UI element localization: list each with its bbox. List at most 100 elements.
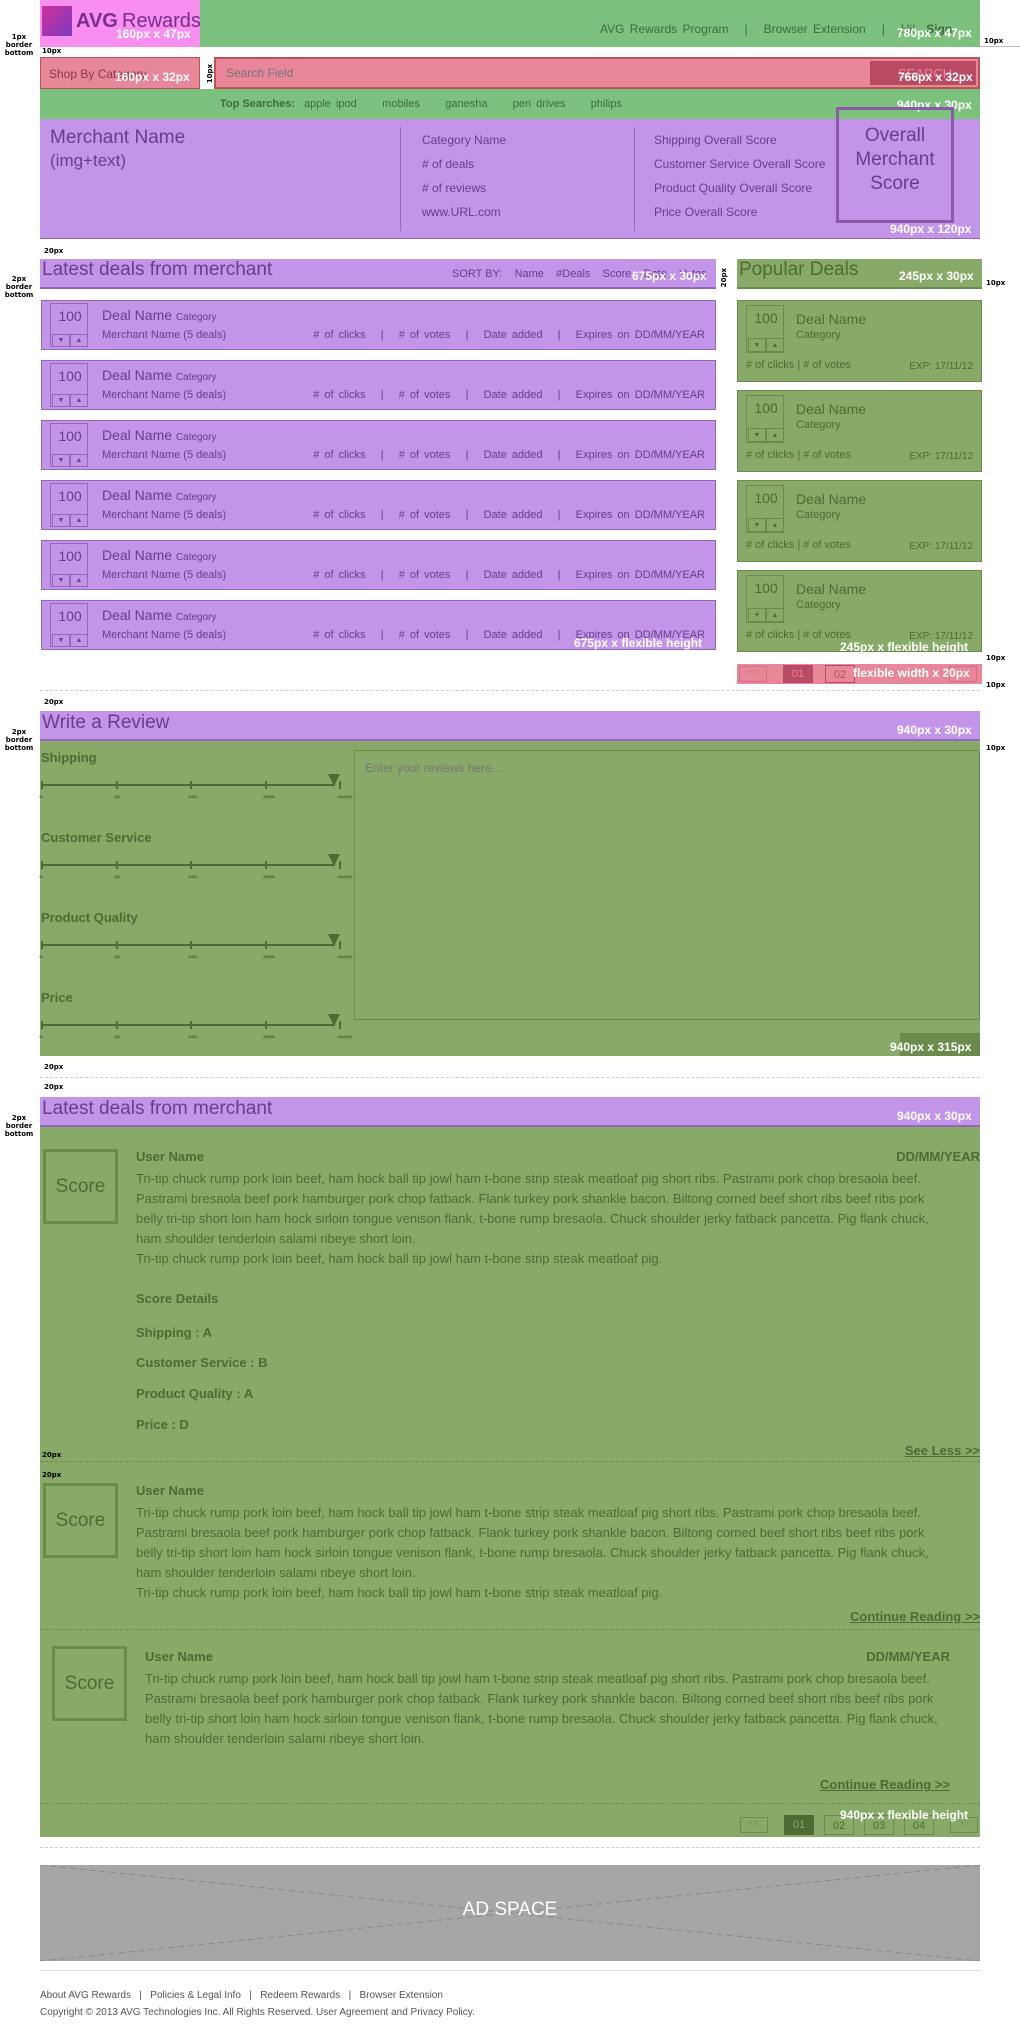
deal-row[interactable]: 100 ▼ ▲ Deal Name Category Merchant Name (5 … xyxy=(41,360,716,410)
star-rating-label: * xyxy=(39,1034,43,1045)
top-search-link[interactable]: pen drives xyxy=(513,98,566,110)
vote-down-icon[interactable]: ▼ xyxy=(52,514,70,527)
deal-score: 100 xyxy=(58,608,82,624)
deal-score-box: 100 ▼ ▲ xyxy=(746,575,784,623)
deal-name[interactable]: Deal Name Category xyxy=(102,547,217,563)
deal-name[interactable]: Deal Name Category xyxy=(102,427,217,443)
annotation-spacing: 10px xyxy=(986,681,1006,689)
deal-merchant[interactable]: Merchant Name (5 deals) xyxy=(102,569,226,581)
popular-deal-card[interactable]: 100 ▼ ▲ Deal Name Category # of clicks | # of… xyxy=(737,390,982,472)
deal-merchant[interactable]: Merchant Name (5 deals) xyxy=(102,329,226,341)
see-less-link[interactable]: See Less >> xyxy=(905,1443,980,1458)
ad-space[interactable]: AD SPACE xyxy=(40,1865,980,1961)
nav-link-browser-extension[interactable]: Browser Extension xyxy=(764,22,866,36)
review-divider xyxy=(40,1629,980,1630)
merchant-url-link[interactable]: www.URL.com xyxy=(422,205,501,219)
deal-row[interactable]: 100 ▼ ▲ Deal Name Category Merchant Name (5 … xyxy=(41,420,716,470)
vote-down-icon[interactable]: ▼ xyxy=(52,454,70,467)
deal-merchant[interactable]: Merchant Name (5 deals) xyxy=(102,629,226,641)
deal-name[interactable]: Deal Name Category xyxy=(102,307,217,323)
rating-slider-track[interactable] xyxy=(41,1024,335,1026)
footer-link-about[interactable]: About AVG Rewards xyxy=(40,1990,131,2001)
top-nav-bar: AVG Rewards Program | Browser Extension … xyxy=(200,0,980,47)
deal-row[interactable]: 100 ▼ ▲ Deal Name Category Merchant Name (5 … xyxy=(41,300,716,350)
vote-up-icon[interactable]: ▲ xyxy=(766,338,784,352)
deal-name[interactable]: Deal Name xyxy=(796,581,866,597)
vote-down-icon[interactable]: ▼ xyxy=(748,338,766,352)
annotation-spacing: 20px xyxy=(44,1063,64,1071)
deal-score-box: 100 ▼ ▲ xyxy=(50,423,88,467)
pager-prev[interactable]: << xyxy=(740,1817,768,1833)
deal-category: Category xyxy=(175,612,217,623)
pager-prev[interactable]: << xyxy=(739,666,767,682)
vote-down-icon[interactable]: ▼ xyxy=(52,334,70,347)
logo-area[interactable]: AVG Rewards 160px x 47px xyxy=(40,0,201,47)
deal-merchant[interactable]: Merchant Name (5 deals) xyxy=(102,509,226,521)
deal-name[interactable]: Deal Name Category xyxy=(102,487,217,503)
vote-up-icon[interactable]: ▲ xyxy=(70,514,88,527)
vote-down-icon[interactable]: ▼ xyxy=(52,574,70,587)
deal-score-box: 100 ▼ ▲ xyxy=(746,485,784,533)
overall-merchant-score-box: Overall Merchant Score xyxy=(836,107,954,223)
vote-up-icon[interactable]: ▲ xyxy=(70,634,88,647)
shop-by-category-dropdown[interactable]: Shop By Category 160px x 32px xyxy=(40,57,200,89)
deal-name[interactable]: Deal Name xyxy=(796,491,866,507)
vote-up-icon[interactable]: ▲ xyxy=(766,518,784,532)
vote-down-icon[interactable]: ▼ xyxy=(52,634,70,647)
search-input[interactable] xyxy=(216,59,868,87)
deal-row[interactable]: 100 ▼ ▲ Deal Name Category Merchant Name (5 … xyxy=(41,480,716,530)
popular-deal-card[interactable]: 100 ▼ ▲ Deal Name Category # of clicks | # of… xyxy=(737,480,982,562)
pager-page-02[interactable]: 02 xyxy=(825,665,855,683)
deal-score: 100 xyxy=(754,490,778,506)
vote-up-icon[interactable]: ▲ xyxy=(70,334,88,347)
deal-name[interactable]: Deal Name Category xyxy=(102,367,217,383)
vote-up-icon[interactable]: ▲ xyxy=(766,428,784,442)
ruler-line xyxy=(980,46,1020,47)
deal-name[interactable]: Deal Name xyxy=(796,401,866,417)
deal-row[interactable]: 100 ▼ ▲ Deal Name Category Merchant Name (5 … xyxy=(41,540,716,590)
rating-slider-track[interactable] xyxy=(41,784,335,786)
top-search-link[interactable]: mobiles xyxy=(382,98,420,110)
slider-handle-icon[interactable] xyxy=(328,774,340,786)
vote-up-icon[interactable]: ▲ xyxy=(70,574,88,587)
sort-name[interactable]: Name xyxy=(515,268,544,280)
star-rating-label: ***** xyxy=(337,794,353,805)
footer-link-extension[interactable]: Browser Extension xyxy=(360,1990,443,2001)
sort-score[interactable]: Score xyxy=(603,268,632,280)
deal-score: 100 xyxy=(58,548,82,564)
vote-down-icon[interactable]: ▼ xyxy=(748,428,766,442)
rating-slider-track[interactable] xyxy=(41,944,335,946)
slider-handle-icon[interactable] xyxy=(328,854,340,866)
deal-name[interactable]: Deal Name Category xyxy=(102,607,217,623)
vote-up-icon[interactable]: ▲ xyxy=(70,454,88,467)
top-search-link[interactable]: philips xyxy=(591,98,622,110)
reviews-header: Latest deals from merchant 940px x 30px xyxy=(40,1097,980,1127)
review-score-box: Score xyxy=(43,1483,118,1558)
merchant-name-sub: (img+text) xyxy=(50,151,127,170)
sort-deals[interactable]: #Deals xyxy=(556,268,590,280)
pager-page-01[interactable]: 01 xyxy=(784,1815,814,1835)
continue-reading-link[interactable]: Continue Reading >> xyxy=(820,1777,950,1792)
top-search-link[interactable]: apple ipod xyxy=(304,98,357,110)
slider-handle-icon[interactable] xyxy=(328,1014,340,1026)
top-search-link[interactable]: ganesha xyxy=(445,98,487,110)
deal-merchant[interactable]: Merchant Name (5 deals) xyxy=(102,389,226,401)
popular-deal-card[interactable]: 100 ▼ ▲ Deal Name Category # of clicks | # of… xyxy=(737,300,982,382)
vote-up-icon[interactable]: ▲ xyxy=(766,608,784,622)
rating-slider-track[interactable] xyxy=(41,864,335,866)
vote-up-icon[interactable]: ▲ xyxy=(70,394,88,407)
vote-down-icon[interactable]: ▼ xyxy=(748,608,766,622)
nav-link-rewards-program[interactable]: AVG Rewards Program xyxy=(600,22,728,36)
vote-down-icon[interactable]: ▼ xyxy=(52,394,70,407)
rating-tick xyxy=(115,1021,118,1029)
vote-down-icon[interactable]: ▼ xyxy=(748,518,766,532)
continue-reading-link[interactable]: Continue Reading >> xyxy=(850,1609,980,1624)
deal-merchant[interactable]: Merchant Name (5 deals) xyxy=(102,449,226,461)
review-textarea[interactable] xyxy=(354,750,980,1020)
pager-page-01[interactable]: 01 xyxy=(783,665,813,683)
slider-handle-icon[interactable] xyxy=(328,934,340,946)
deal-name[interactable]: Deal Name xyxy=(796,311,866,327)
footer-link-redeem[interactable]: Redeem Rewards xyxy=(260,1990,340,2001)
footer-link-policies[interactable]: Policies & Legal Info xyxy=(150,1990,241,2001)
annotation-spacing: 10px xyxy=(986,744,1006,752)
